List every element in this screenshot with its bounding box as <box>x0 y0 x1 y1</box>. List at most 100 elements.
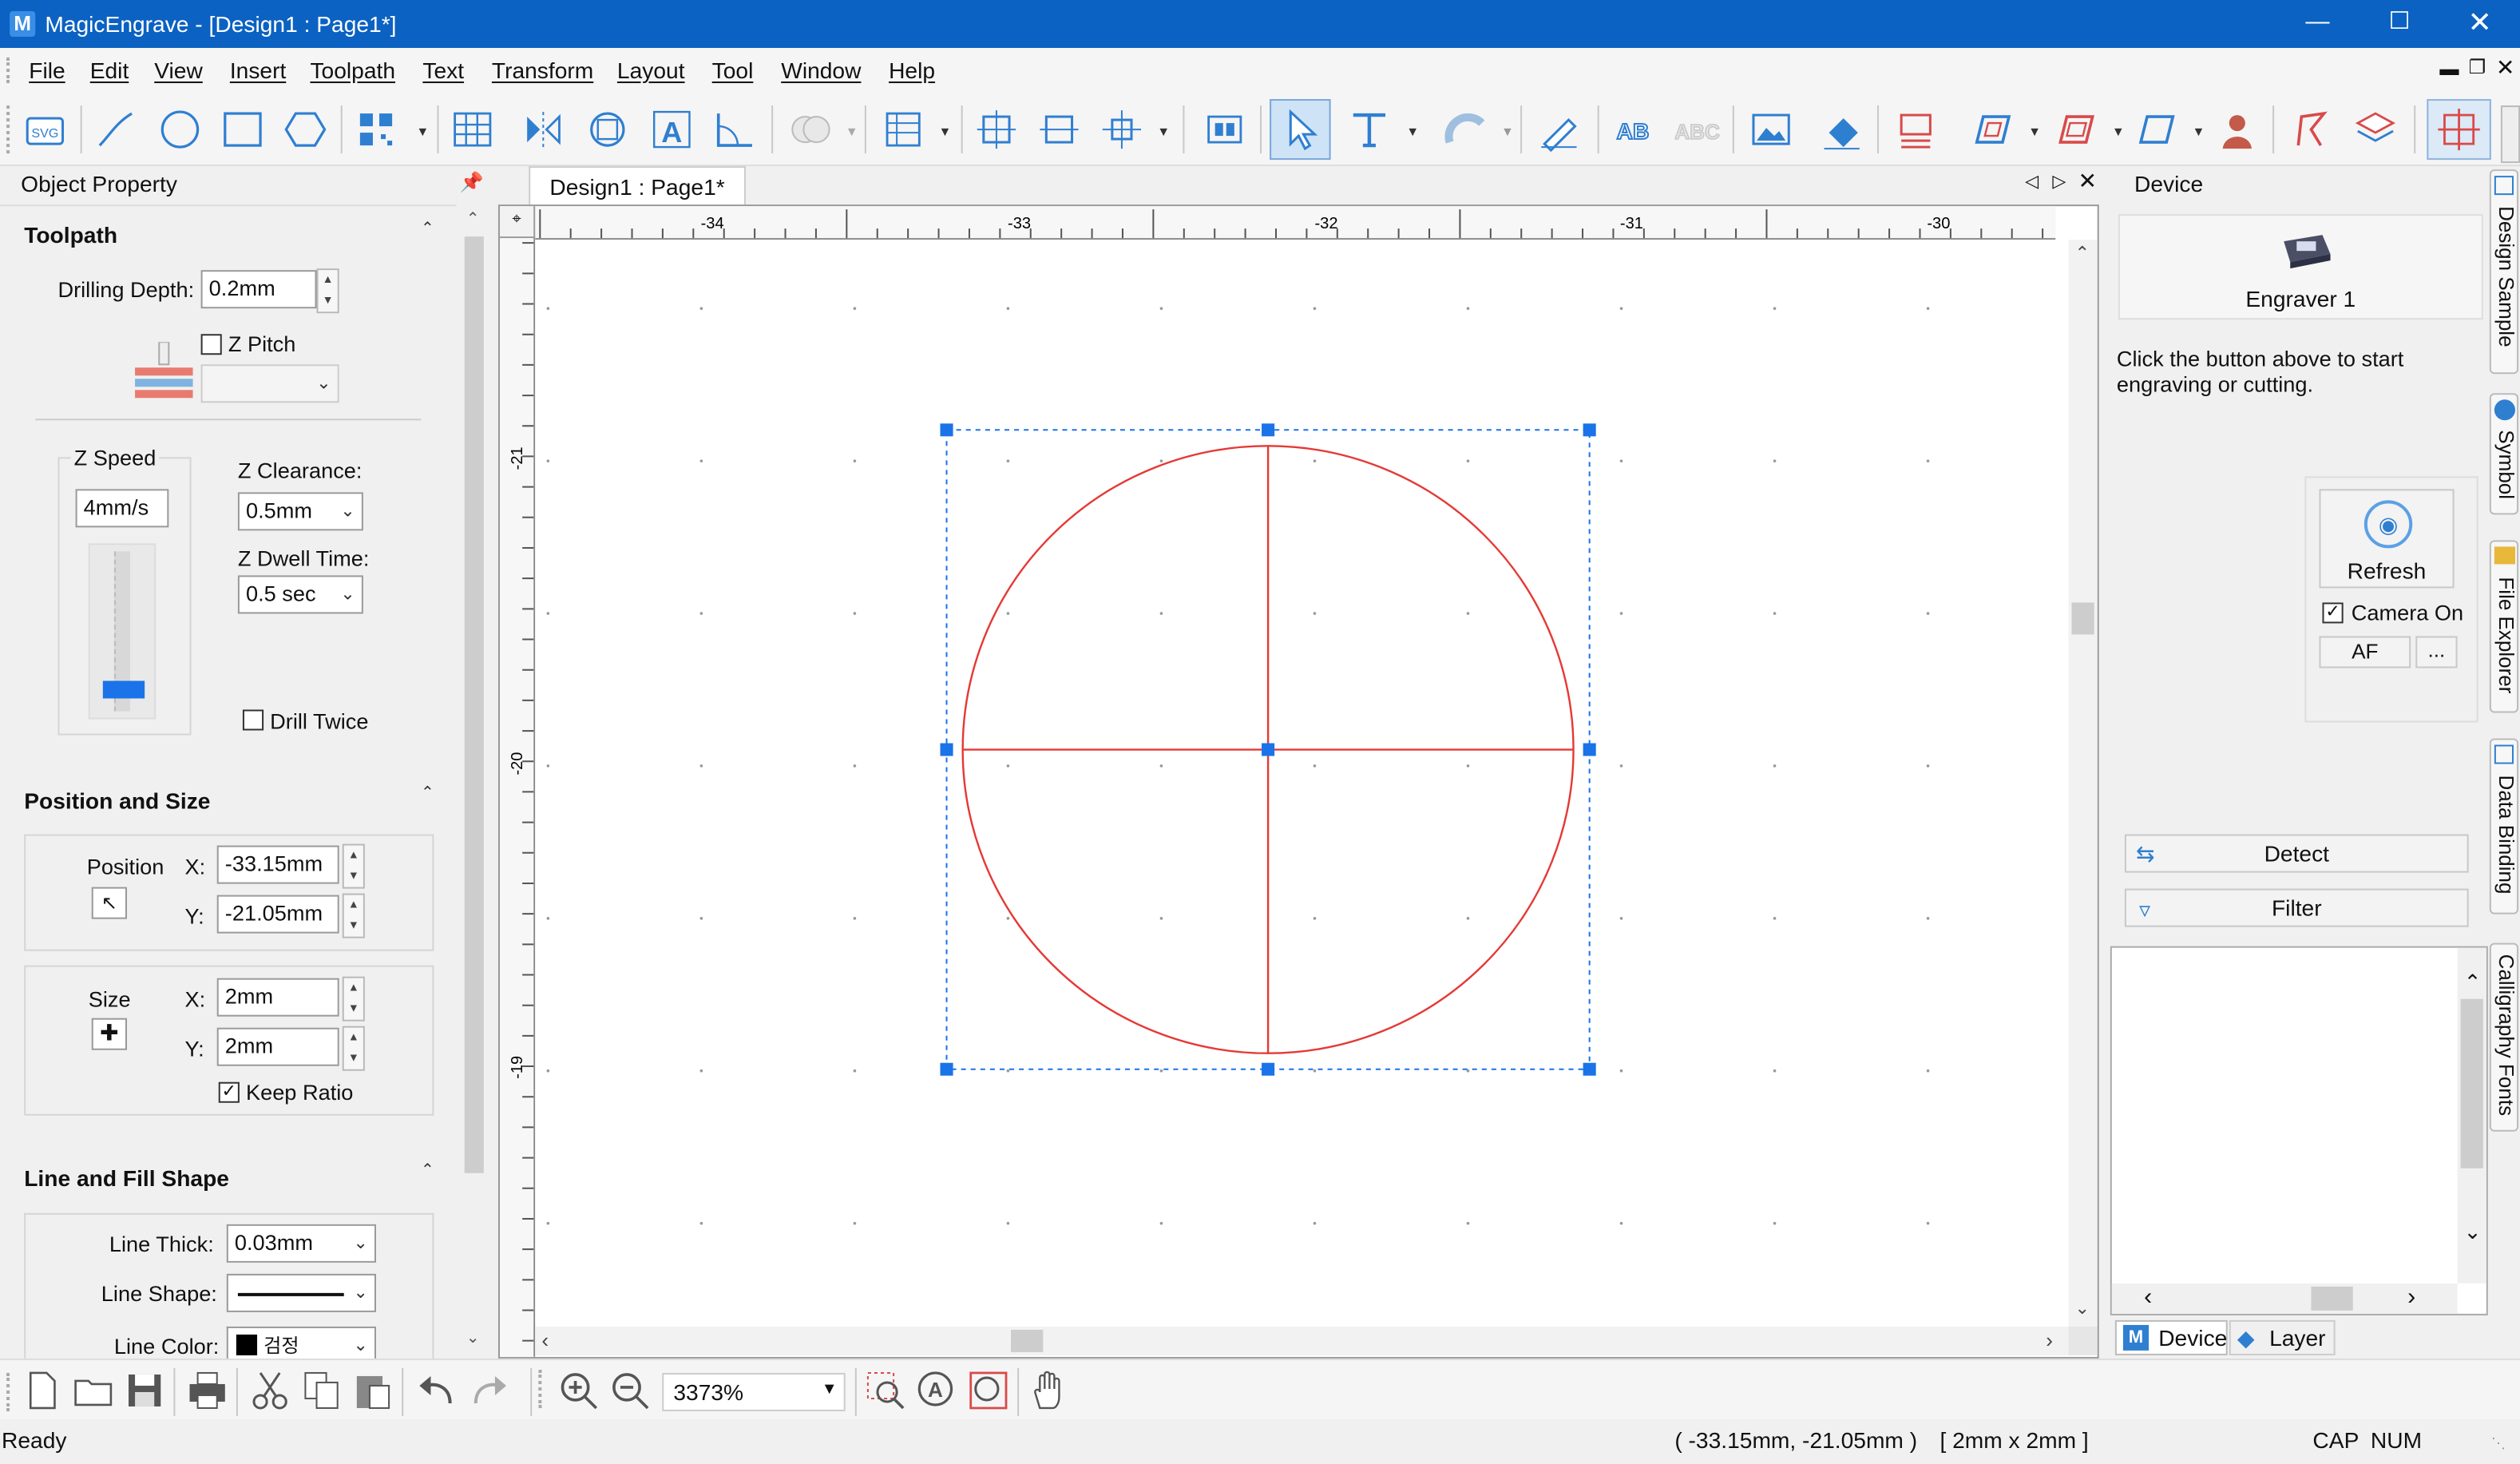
align-middle-icon[interactable] <box>1033 104 1084 155</box>
refresh-button[interactable]: ◉ Refresh <box>2319 489 2455 589</box>
toolbar-overflow-button[interactable] <box>2500 105 2520 164</box>
tab-scroll-left-icon[interactable]: ◁ <box>2025 171 2039 192</box>
text-frame-icon[interactable]: A <box>646 104 697 155</box>
menu-help[interactable]: Help <box>889 58 935 83</box>
resize-handle-se[interactable] <box>1583 1062 1596 1076</box>
resize-handle-w[interactable] <box>940 743 953 756</box>
resize-handle-ne[interactable] <box>1583 423 1596 437</box>
af-button[interactable]: AF <box>2319 636 2411 669</box>
menu-text[interactable]: Text <box>422 58 464 83</box>
line-thick-select[interactable]: 0.03mm ⌄ <box>226 1224 376 1263</box>
arc-text-icon[interactable] <box>1440 104 1491 155</box>
scrollbar-thumb[interactable] <box>2311 1286 2353 1311</box>
property-scrollbar[interactable]: ⌃ ⌄ <box>461 208 487 1359</box>
pin-icon[interactable]: 📌 <box>460 171 484 193</box>
ruler-corner-icon[interactable]: ⌖ <box>499 206 536 239</box>
image-icon[interactable] <box>1745 104 1797 155</box>
line-shape-select[interactable]: ⌄ <box>226 1273 376 1312</box>
text-tool-icon[interactable] <box>1344 104 1395 155</box>
drill-twice-checkbox[interactable] <box>242 709 264 731</box>
qrcode-tool-icon[interactable] <box>351 104 402 155</box>
zoom-page-icon[interactable] <box>963 1365 1014 1416</box>
drilling-depth-stepper[interactable]: ▲ ▼ <box>316 268 339 314</box>
scrollbar-thumb[interactable] <box>464 236 484 1173</box>
chevron-down-icon[interactable]: ▼ <box>938 125 951 139</box>
eraser-icon[interactable] <box>1816 104 1867 155</box>
rectangle-tool-icon[interactable] <box>217 104 268 155</box>
minimize-button[interactable]: — <box>2280 0 2355 48</box>
device-list-vertical-scrollbar[interactable]: ⌃ ⌄ <box>2457 947 2486 1283</box>
detect-button[interactable]: ⇆ Detect <box>2124 834 2469 873</box>
close-button[interactable]: ✕ <box>2443 0 2517 48</box>
scroll-right-icon[interactable]: › <box>2407 1283 2415 1311</box>
mdi-restore-button[interactable]: ❐ <box>2469 56 2486 78</box>
side-tab-design-sample[interactable]: Design Sample <box>2489 169 2519 375</box>
copy-icon[interactable] <box>295 1365 347 1416</box>
menu-file[interactable]: File <box>29 58 65 83</box>
redo-icon[interactable] <box>463 1365 514 1416</box>
drilling-depth-input[interactable]: 0.2mm <box>200 270 317 309</box>
scrollbar-thumb[interactable] <box>2071 602 2094 635</box>
menu-transform[interactable]: Transform <box>492 58 593 83</box>
position-x-input[interactable]: -33.15mm <box>216 845 339 884</box>
size-y-input[interactable]: 2mm <box>216 1027 339 1066</box>
crosshair-origin-icon[interactable] <box>2427 99 2491 161</box>
line-color-select[interactable]: 검정 ⌄ <box>226 1326 376 1359</box>
device-list[interactable]: ⌃ ⌄ ‹ › <box>2110 946 2488 1315</box>
maximize-button[interactable]: ☐ <box>2363 0 2437 48</box>
inline-shape-icon[interactable] <box>2050 104 2102 155</box>
resize-grip-icon[interactable]: ⋱ <box>2491 1435 2514 1458</box>
position-y-input[interactable]: -21.05mm <box>216 895 339 934</box>
zoom-out-icon[interactable] <box>604 1365 656 1416</box>
position-y-stepper[interactable]: ▲ ▼ <box>342 893 365 938</box>
chevron-down-icon[interactable]: ▼ <box>846 125 858 139</box>
tab-device[interactable]: M Device <box>2114 1319 2228 1355</box>
cut-path-icon[interactable] <box>2285 104 2336 155</box>
polygon-tool-icon[interactable] <box>279 104 331 155</box>
scroll-left-icon[interactable]: ‹ <box>2144 1283 2152 1311</box>
scroll-down-icon[interactable]: ⌄ <box>2464 1220 2482 1245</box>
menu-tool[interactable]: Tool <box>712 58 754 83</box>
collapse-icon[interactable]: ⌃ <box>414 784 440 809</box>
slider-thumb[interactable] <box>102 680 145 699</box>
photo-engrave-icon[interactable] <box>2212 104 2263 155</box>
scrollbar-thumb[interactable] <box>1011 1329 1044 1352</box>
paste-icon[interactable] <box>347 1365 398 1416</box>
filter-button[interactable]: ▿ Filter <box>2124 888 2469 927</box>
array-copy-icon[interactable] <box>878 104 929 155</box>
tab-scroll-right-icon[interactable]: ▷ <box>2052 171 2066 192</box>
z-clearance-select[interactable]: 0.5mm ⌄ <box>237 492 363 531</box>
chevron-down-icon[interactable]: ▼ <box>2192 125 2205 139</box>
scroll-down-icon[interactable]: ⌄ <box>2075 1298 2090 1319</box>
layers-icon[interactable] <box>2350 104 2401 155</box>
tab-document[interactable]: Design1 : Page1* <box>529 166 746 205</box>
zoom-selection-icon[interactable] <box>860 1365 911 1416</box>
size-anchor-icon[interactable]: ✚ <box>91 1018 128 1050</box>
anchor-point-icon[interactable]: ↖ <box>91 887 128 919</box>
z-speed-slider[interactable] <box>88 543 157 720</box>
undo-icon[interactable] <box>411 1365 462 1416</box>
menu-toolpath[interactable]: Toolpath <box>310 58 395 83</box>
menu-view[interactable]: View <box>154 58 203 83</box>
text-effect-icon[interactable]: ABC <box>1671 104 1722 155</box>
zoom-select[interactable]: 3373% ▼ <box>662 1372 846 1411</box>
edit-node-icon[interactable] <box>1533 104 1584 155</box>
resize-handle-n[interactable] <box>1262 423 1275 437</box>
chevron-down-icon[interactable]: ▼ <box>1157 125 1170 139</box>
cut-scissors-icon[interactable] <box>244 1365 295 1416</box>
close-document-icon[interactable]: ✕ <box>2078 168 2098 195</box>
pan-hand-icon[interactable] <box>1024 1365 1075 1416</box>
resize-handle-s[interactable] <box>1262 1062 1275 1076</box>
camera-more-button[interactable]: ... <box>2415 636 2458 669</box>
keep-ratio-checkbox[interactable]: ✓ <box>218 1081 240 1103</box>
size-y-stepper[interactable]: ▲ ▼ <box>342 1026 365 1071</box>
menu-edit[interactable]: Edit <box>90 58 129 83</box>
side-tab-symbol[interactable]: Symbol <box>2489 393 2519 515</box>
parallelogram-icon[interactable] <box>2131 104 2182 155</box>
mirror-icon[interactable] <box>517 104 569 155</box>
z-pitch-checkbox[interactable] <box>200 334 222 355</box>
grid-table-icon[interactable] <box>447 104 498 155</box>
design-canvas[interactable] <box>535 240 2056 1327</box>
chevron-down-icon[interactable]: ▼ <box>1406 125 1419 139</box>
offset-shape-icon[interactable] <box>1967 104 2019 155</box>
